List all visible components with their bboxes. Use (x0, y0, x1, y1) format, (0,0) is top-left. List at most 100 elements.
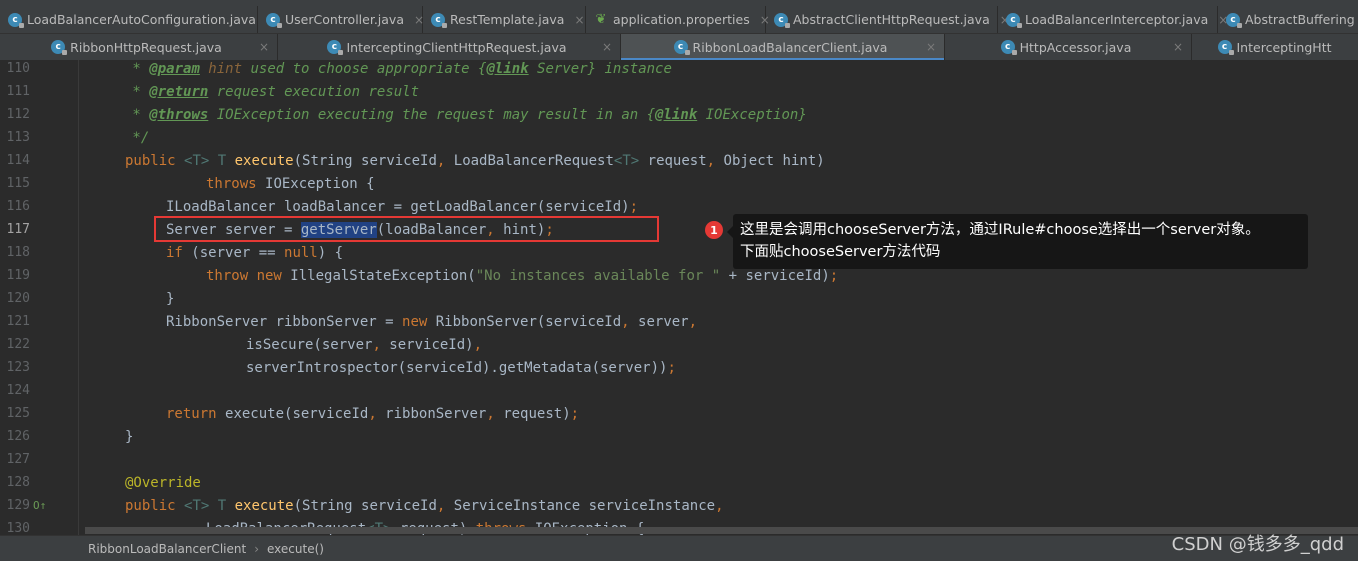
line-number: 129 (6, 498, 30, 513)
tab-usercontroller[interactable]: c UserController.java × (258, 6, 424, 33)
line-number: 115 (6, 176, 30, 191)
override-gutter-icon[interactable]: O↑ (33, 499, 46, 512)
comma: , (706, 152, 724, 169)
breadcrumb-method[interactable]: execute() (267, 542, 324, 556)
close-icon[interactable]: × (259, 40, 269, 54)
line-number: 117 (6, 222, 30, 237)
line-number: 112 (6, 107, 30, 122)
comma: , (436, 497, 454, 514)
code-text: } (125, 428, 134, 445)
spring-leaf-icon: ❦ (595, 12, 607, 27)
line-number: 119 (6, 268, 30, 283)
code-line: 129 O↑ public <T> T execute(String servi… (0, 494, 1358, 517)
code-line: 128 @Override (0, 471, 1358, 494)
class-icon: c (774, 12, 790, 28)
editor-tabs-row-1: cLoadBalancerAutoConfiguration.java× cUs… (0, 6, 1358, 34)
class-icon: c (673, 40, 690, 55)
class-icon: c (51, 40, 68, 55)
line-number: 122 (6, 337, 30, 352)
class-icon: c (327, 40, 344, 55)
annotation-badge: 1 (705, 221, 723, 239)
tab-loadbalancerautoconfiguration[interactable]: cLoadBalancerAutoConfiguration.java× (0, 6, 276, 33)
javadoc-link: @link (486, 60, 529, 77)
tab-label: LoadBalancerInterceptor.java (1025, 12, 1209, 27)
code-text: ILoadBalancer loadBalancer = getLoadBala… (166, 198, 630, 215)
comma: , (372, 336, 390, 353)
line-number: 116 (6, 199, 30, 214)
breadcrumb-separator-icon: › (254, 541, 259, 556)
comment-end: */ (124, 129, 150, 146)
breadcrumb: RibbonLoadBalancerClient › execute() (0, 535, 1358, 561)
tab-ribbonloadbalancerclient[interactable]: c RibbonLoadBalancerClient.java × (621, 34, 945, 61)
line-number: 130 (6, 521, 30, 535)
line-number: 111 (6, 84, 30, 99)
tab-resttemplate[interactable]: c RestTemplate.java × (423, 6, 586, 33)
annotation: @Override (125, 474, 201, 491)
horizontal-scrollbar[interactable] (85, 527, 1358, 534)
close-icon[interactable]: × (574, 13, 584, 27)
keyword: null (284, 244, 318, 261)
tab-loadbalancerinterceptor[interactable]: c LoadBalancerInterceptor.java × (998, 6, 1228, 33)
code-text: ServiceInstance serviceInstance (453, 497, 716, 514)
line-number: 128 (6, 475, 30, 490)
comma: , (368, 405, 386, 422)
code-text: } (166, 290, 175, 307)
close-icon[interactable]: × (926, 40, 936, 54)
tab-label: InterceptingHtt (1236, 39, 1332, 55)
code-line: 114 public <T> T execute(String serviceI… (0, 149, 1358, 172)
comment-text: request execution result (208, 83, 420, 100)
method-name: execute (234, 152, 294, 169)
comment-text: Server} instance (528, 60, 672, 77)
annotation-callout: 这里是会调用chooseServer方法，通过IRule#choose选择出一个… (727, 214, 1308, 269)
line-number: 127 (6, 452, 30, 467)
code-line: 123 serverIntrospector(serviceId).getMet… (0, 356, 1358, 379)
comment-star: * (124, 83, 150, 100)
code-line: 126 } (0, 425, 1358, 448)
comma: , (688, 313, 698, 330)
tab-label: application.properties (613, 12, 750, 27)
code-line: 127 (0, 448, 1358, 471)
line-number: 125 (6, 406, 30, 421)
close-icon[interactable]: × (602, 40, 612, 54)
tab-label: RestTemplate.java (450, 12, 565, 27)
code-line: 115 throws IOException { (0, 172, 1358, 195)
tab-abstractclienthttprequest[interactable]: c AbstractClientHttpRequest.java × (766, 6, 1010, 33)
tab-httpaccessor[interactable]: c HttpAccessor.java × (945, 34, 1192, 60)
line-number: 126 (6, 429, 30, 444)
code-line: 125 return execute(serviceId, ribbonServ… (0, 402, 1358, 425)
line-number: 113 (6, 130, 30, 145)
code-line: 121 RibbonServer ribbonServer = new Ribb… (0, 310, 1358, 333)
code-line: 112 * @throws IOException executing the … (0, 103, 1358, 126)
close-icon[interactable]: × (1173, 40, 1183, 54)
tab-application-properties[interactable]: ❦ application.properties × (586, 6, 770, 33)
method-name: execute (234, 497, 294, 514)
watermark: CSDN @钱多多_qdd (1171, 534, 1344, 555)
code-text: isSecure(server (246, 336, 373, 353)
code-line: 111 * @return request execution result (0, 80, 1358, 103)
code-line: 122 isSecure(server, serviceId), (0, 333, 1358, 356)
semicolon: ; (829, 267, 839, 284)
tab-interceptingclienthttprequest[interactable]: c InterceptingClientHttpRequest.java × (278, 34, 621, 60)
line-number: 114 (6, 153, 30, 168)
code-editor[interactable]: 110 * @param hint used to choose appropr… (0, 60, 1358, 535)
semicolon: ; (667, 359, 676, 376)
code-text: (server == (191, 244, 285, 261)
tab-label: AbstractBuffering (1245, 12, 1355, 27)
line-number: 121 (6, 314, 30, 329)
class-icon: c (8, 12, 24, 28)
editor-tabs-row-2: c RibbonHttpRequest.java × c InterceptingCl… (0, 34, 1358, 61)
annotation-text-line-2: 下面贴chooseServer方法代码 (740, 244, 941, 260)
keyword: return (166, 405, 226, 422)
breadcrumb-class[interactable]: RibbonLoadBalancerClient (88, 542, 246, 556)
tab-label: LoadBalancerAutoConfiguration.java (27, 12, 256, 27)
code-line: 124 (0, 379, 1358, 402)
code-text: Object hint) (723, 152, 825, 169)
javadoc-tag: @param (149, 60, 200, 77)
tab-abstractbuffering[interactable]: c AbstractBuffering (1218, 6, 1358, 33)
tab-label: AbstractClientHttpRequest.java (793, 12, 990, 27)
line-number: 124 (6, 383, 30, 398)
comma: , (715, 497, 724, 514)
tab-ribbonhttprequest[interactable]: c RibbonHttpRequest.java × (0, 34, 278, 60)
tab-interceptinghtt[interactable]: c InterceptingHtt (1192, 34, 1358, 60)
code-text: RibbonServer ribbonServer = (166, 313, 403, 330)
